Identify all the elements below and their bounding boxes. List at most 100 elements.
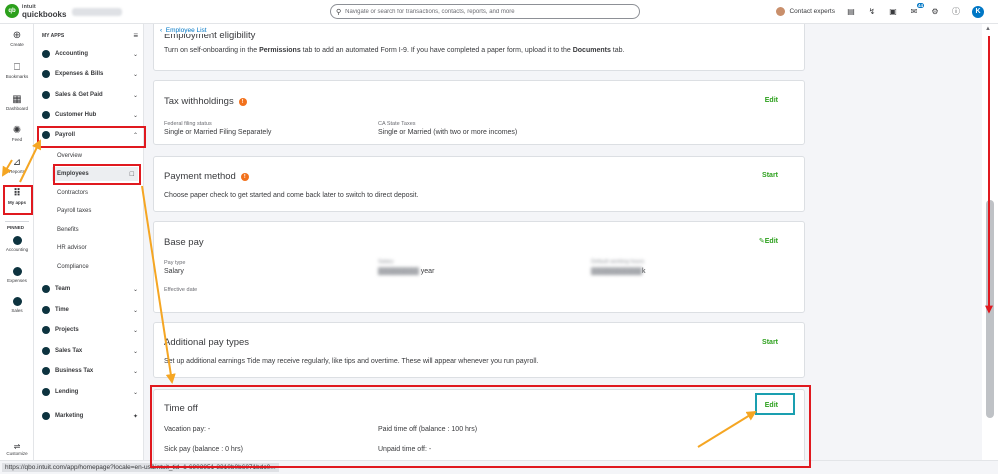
card-tax-withholdings: Tax withholdings! Edit Federal filing st… — [153, 80, 805, 145]
sidebar-sub-employees[interactable]: Employees □ — [52, 167, 138, 181]
eligibility-description: Turn on self-onboarding in the Permissio… — [164, 47, 624, 54]
tax-edit-button[interactable]: Edit — [765, 97, 778, 104]
gear-icon[interactable]: ⚙ — [930, 7, 940, 17]
sidebar-item-label: Business Tax — [55, 368, 94, 374]
broadcast-icon: ✦ — [132, 413, 138, 420]
timeoff-title: Time off — [164, 403, 198, 414]
scrollbar-thumb[interactable] — [986, 200, 994, 418]
team-icon — [42, 285, 50, 293]
sidebar-item-label: Payroll — [55, 132, 76, 138]
eligibility-desc-text: tab. — [610, 47, 625, 54]
global-search[interactable]: ⚲ — [330, 4, 640, 19]
payment-description: Choose paper check to get started and co… — [164, 192, 419, 199]
lightning-icon[interactable]: ↯ — [867, 7, 877, 17]
sidebar-item-customer-hub[interactable]: Customer Hub ⌄ — [42, 108, 138, 122]
sidebar-sub-overview[interactable]: Overview — [57, 149, 137, 163]
help-icon[interactable]: ⓘ — [951, 7, 961, 17]
sidebar-sub-contractors[interactable]: Contractors — [57, 186, 137, 200]
sidebar-sub-benefits[interactable]: Benefits — [57, 223, 137, 237]
salary-redacted: ▓▓▓▓▓▓▓▓ — [378, 268, 419, 275]
search-input[interactable] — [345, 8, 636, 15]
projects-icon — [42, 326, 50, 334]
payroll-icon — [42, 131, 50, 139]
pinned-expenses-label: Expenses — [7, 278, 27, 283]
rail-bookmarks[interactable]: ⎕ Bookmarks — [0, 62, 34, 79]
pinned-expenses[interactable]: Expenses — [0, 267, 34, 283]
rail-my-apps[interactable]: ⠿ My apps — [0, 188, 34, 205]
plus-circle-icon: ⊕ — [12, 30, 22, 41]
documents-tab-link[interactable]: Documents — [573, 47, 611, 54]
chevron-down-icon: ⌄ — [132, 389, 138, 396]
hours-redacted: ▓▓▓▓▓▓▓▓▓▓ — [591, 268, 643, 275]
sidebar-item-sales-tax[interactable]: Sales Tax ⌄ — [42, 344, 138, 358]
chevron-down-icon: ⌄ — [132, 92, 138, 99]
notification-badge: 44 — [916, 2, 924, 8]
pinned-sales[interactable]: Sales — [0, 297, 34, 313]
basepay-edit-button[interactable]: ✎Edit — [759, 237, 778, 245]
rail-reports[interactable]: ⊿ Reports — [0, 157, 34, 174]
chat-icon[interactable]: ▣ — [888, 7, 898, 17]
browser-status-bar: https://qbo.intuit.com/app/homepage?loca… — [0, 460, 998, 474]
timeoff-edit-button[interactable]: Edit — [765, 402, 778, 409]
sidebar-item-time[interactable]: Time ⌄ — [42, 303, 138, 317]
sidebar-sub-compliance[interactable]: Compliance — [57, 260, 137, 274]
sidebar-item-accounting[interactable]: Accounting ⌄ — [42, 47, 138, 61]
sidebar-sub-payroll-taxes[interactable]: Payroll taxes — [57, 204, 137, 218]
sidebar-item-label: Sales & Get Paid — [55, 92, 103, 98]
state-taxes-label: CA State Taxes — [378, 121, 416, 127]
hours-unit: k — [642, 268, 646, 275]
expenses-icon — [42, 70, 50, 78]
rail-dashboard[interactable]: ▦ Dashboard — [0, 94, 34, 111]
working-hours-value: ▓▓▓▓▓▓▓▓▓▓k — [591, 268, 646, 275]
sidebar-item-lending[interactable]: Lending ⌄ — [42, 385, 138, 399]
scroll-up-arrow-icon[interactable]: ▲ — [985, 26, 991, 32]
payment-title-row: Payment method! — [164, 171, 249, 182]
user-avatar[interactable]: K — [972, 5, 984, 18]
salary-value: ▓▓▓▓▓▓▓▓ year — [378, 268, 434, 275]
eligibility-desc-text: tab to add an automated Form I-9. If you… — [300, 47, 573, 54]
card-employment-eligibility: Employment eligibility Turn on self-onbo… — [153, 24, 805, 71]
basepay-title: Base pay — [164, 237, 204, 248]
quickbooks-logo[interactable]: qb intuit quickbooks — [5, 4, 67, 19]
sidebar-item-marketing[interactable]: Marketing ✦ — [42, 409, 138, 423]
rail-reports-label: Reports — [9, 169, 25, 174]
sidebar-item-label: Marketing — [55, 413, 84, 419]
apps-sidebar: MY APPS ≡ Accounting ⌄ Expenses & Bills ⌄ … — [34, 24, 144, 460]
effective-date-label: Effective date — [164, 287, 198, 293]
rail-create[interactable]: ⊕ Create — [0, 30, 34, 47]
rail-my-apps-label: My apps — [7, 200, 26, 205]
pinned-accounting[interactable]: Accounting — [0, 236, 34, 252]
chevron-down-icon: ⌄ — [132, 307, 138, 314]
rail-bookmarks-label: Bookmarks — [5, 74, 29, 79]
card-time-off: Time off Edit Vacation pay: - Paid time … — [153, 389, 805, 460]
tax-title: Tax withholdings — [164, 96, 234, 107]
sidebar-item-label: Time — [55, 307, 69, 313]
bookmark-icon[interactable]: □ — [130, 171, 134, 178]
pinned-sales-label: Sales — [11, 308, 23, 313]
sidebar-sub-hr-advisor[interactable]: HR advisor — [57, 241, 137, 255]
sidebar-item-sales[interactable]: Sales & Get Paid ⌄ — [42, 88, 138, 102]
sidebar-item-payroll[interactable]: Payroll ⌃ — [42, 128, 138, 142]
sidebar-item-label: Team — [55, 286, 71, 292]
federal-filing-label: Federal filing status — [164, 121, 212, 127]
additional-start-button[interactable]: Start — [762, 339, 778, 346]
permissions-tab-link[interactable]: Permissions — [259, 47, 301, 54]
contact-experts-button[interactable]: Contact experts — [776, 7, 835, 16]
rail-feed[interactable]: ✺ Feed — [0, 125, 34, 142]
chevron-down-icon: ⌄ — [132, 286, 138, 293]
sidebar-item-projects[interactable]: Projects ⌄ — [42, 323, 138, 337]
payment-start-button[interactable]: Start — [762, 172, 778, 179]
sidebar-item-business-tax[interactable]: Business Tax ⌄ — [42, 364, 138, 378]
marketing-icon — [42, 412, 50, 420]
rail-customize[interactable]: ⇌ Customize — [0, 442, 34, 456]
clipboard-icon[interactable]: ▤ — [846, 7, 856, 17]
collapse-menu-icon[interactable]: ≡ — [133, 31, 138, 40]
sidebar-item-label: Lending — [55, 389, 79, 395]
qb-logo-icon: qb — [5, 4, 19, 18]
logo-product: quickbooks — [22, 10, 67, 19]
notifications-icon[interactable]: ✉ 44 — [909, 2, 924, 17]
sidebar-item-expenses[interactable]: Expenses & Bills ⌄ — [42, 67, 138, 81]
employee-list-link[interactable]: ‹ Employee List — [156, 27, 211, 34]
top-bar: qb intuit quickbooks ⚲ Contact experts ▤… — [0, 0, 998, 24]
sidebar-item-team[interactable]: Team ⌄ — [42, 282, 138, 296]
